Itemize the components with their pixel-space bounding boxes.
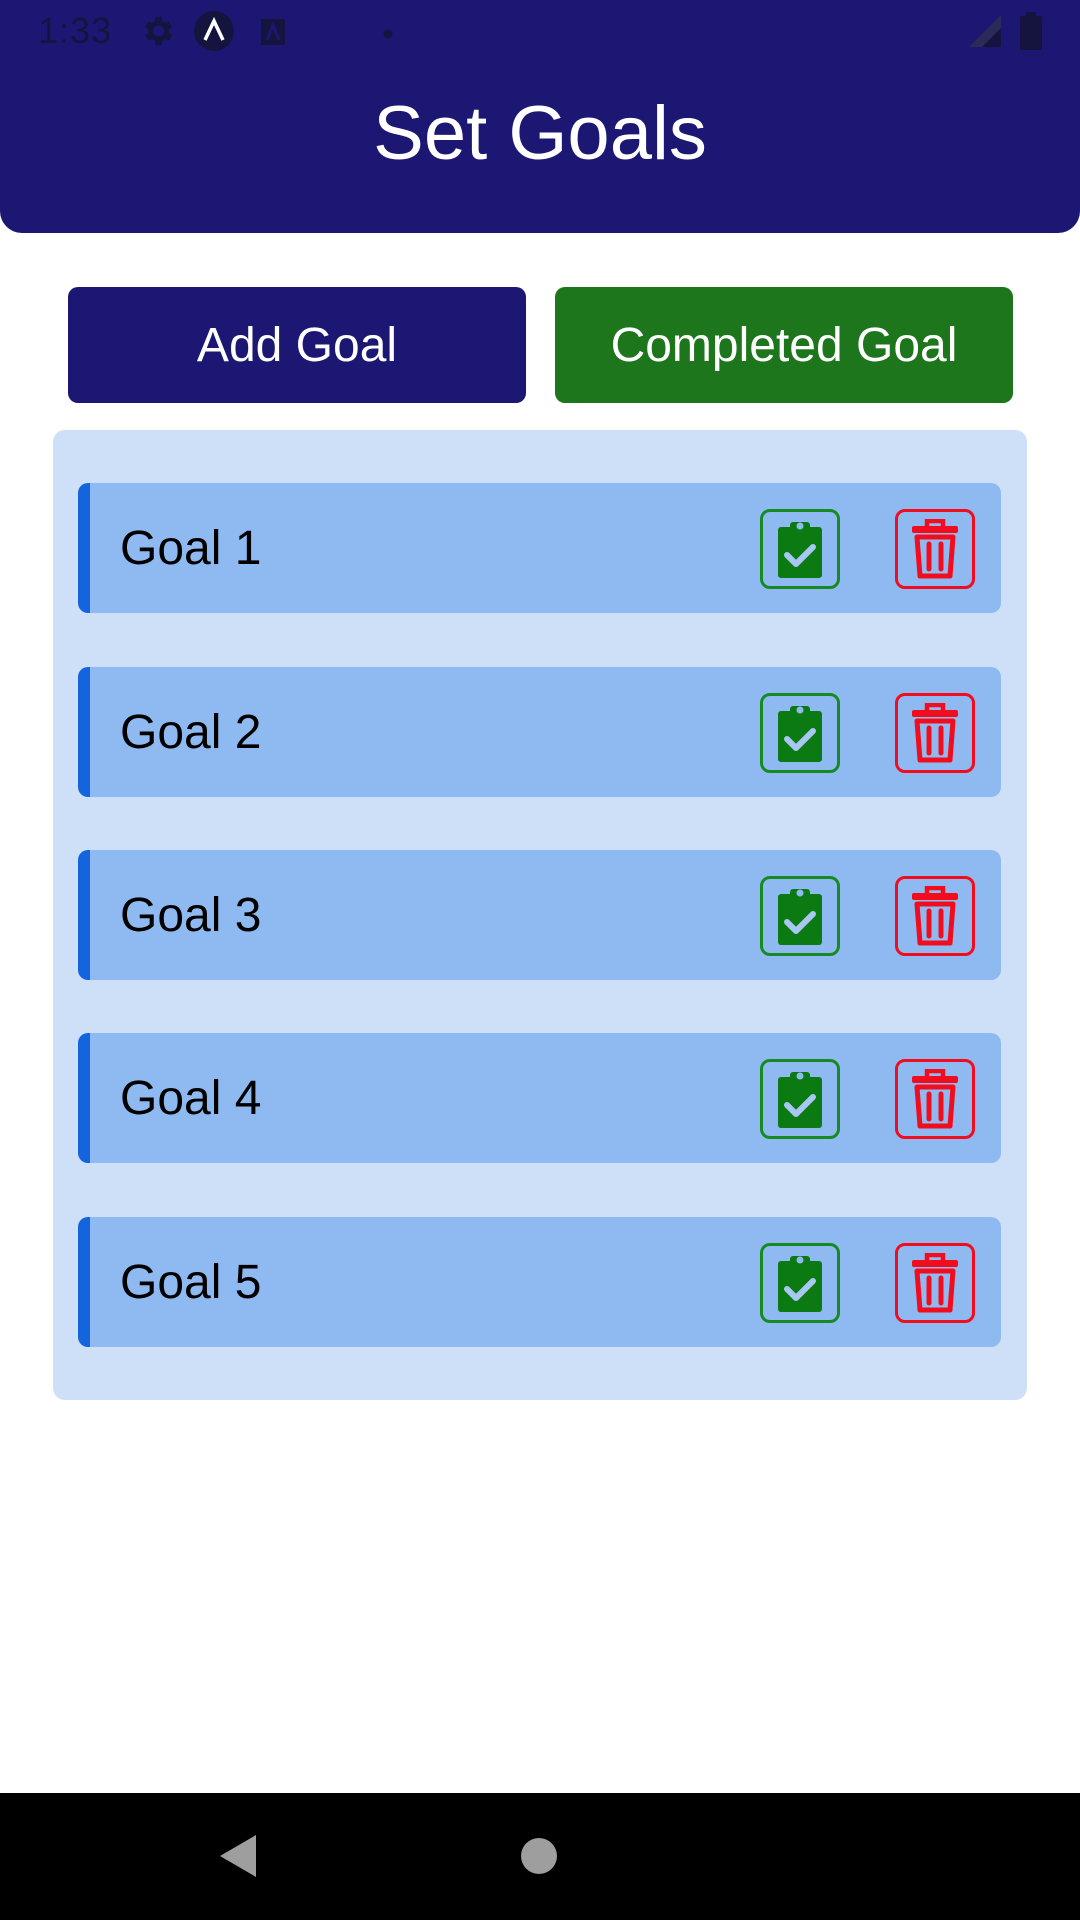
sim-icon xyxy=(260,18,286,51)
battery-icon xyxy=(1020,12,1042,55)
goal-item: Goal 5 xyxy=(78,1217,1001,1347)
goal-label: Goal 5 xyxy=(120,1255,262,1309)
trash-icon xyxy=(912,519,958,579)
add-goal-button[interactable]: Add Goal xyxy=(68,287,526,403)
goal-label: Goal 1 xyxy=(120,521,262,575)
goal-item: Goal 1 xyxy=(78,483,1001,613)
trash-icon xyxy=(912,1253,958,1313)
clipboard-check-icon xyxy=(778,706,822,762)
goal-label: Goal 2 xyxy=(120,705,262,759)
goal-item: Goal 3 xyxy=(78,850,1001,980)
signal-icon xyxy=(968,14,1002,53)
delete-goal-button[interactable] xyxy=(895,1059,975,1139)
delete-goal-button[interactable] xyxy=(895,693,975,773)
complete-goal-button[interactable] xyxy=(760,693,840,773)
app-header: 1:33 Set Goals xyxy=(0,0,1080,233)
app-a-icon xyxy=(193,10,235,57)
navigation-bar xyxy=(0,1793,1080,1920)
goal-item: Goal 4 xyxy=(78,1033,1001,1163)
page-title: Set Goals xyxy=(373,91,707,176)
status-bar: 1:33 xyxy=(0,0,1080,64)
delete-goal-button[interactable] xyxy=(895,509,975,589)
trash-icon xyxy=(912,1069,958,1129)
status-time: 1:33 xyxy=(38,10,113,51)
complete-goal-button[interactable] xyxy=(760,1059,840,1139)
complete-goal-button[interactable] xyxy=(760,509,840,589)
clipboard-check-icon xyxy=(778,522,822,578)
goal-label: Goal 3 xyxy=(120,888,262,942)
gear-icon xyxy=(138,12,176,55)
goal-label: Goal 4 xyxy=(120,1071,262,1125)
trash-icon xyxy=(912,703,958,763)
home-icon[interactable] xyxy=(520,1837,558,1880)
clipboard-check-icon xyxy=(778,1256,822,1312)
goal-item: Goal 2 xyxy=(78,667,1001,797)
dot-icon xyxy=(383,26,393,44)
trash-icon xyxy=(912,886,958,946)
clipboard-check-icon xyxy=(778,1072,822,1128)
delete-goal-button[interactable] xyxy=(895,876,975,956)
clipboard-check-icon xyxy=(778,889,822,945)
delete-goal-button[interactable] xyxy=(895,1243,975,1323)
back-icon[interactable] xyxy=(218,1833,258,1884)
complete-goal-button[interactable] xyxy=(760,876,840,956)
complete-goal-button[interactable] xyxy=(760,1243,840,1323)
completed-goal-button[interactable]: Completed Goal xyxy=(555,287,1013,403)
